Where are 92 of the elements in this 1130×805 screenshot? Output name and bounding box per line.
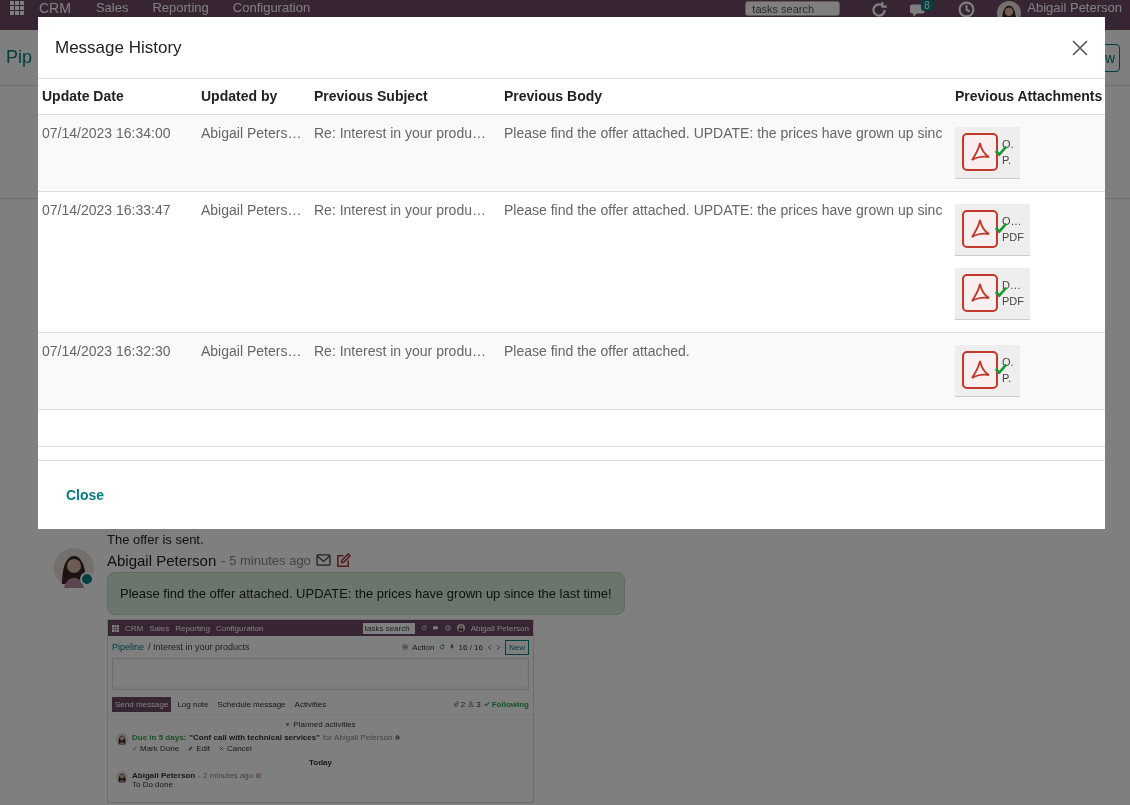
menu-item[interactable]: Configuration — [220, 1, 323, 15]
menu-item[interactable]: Sales — [83, 1, 141, 15]
pdf-icon — [962, 210, 998, 248]
envelope-icon — [315, 554, 331, 566]
follower-icon[interactable] — [468, 701, 475, 707]
breadcrumb-link[interactable]: Pip — [6, 47, 32, 68]
message-text: To Do done — [132, 780, 174, 789]
date-separator: Today — [308, 758, 333, 767]
app-name[interactable]: CRM — [125, 623, 144, 633]
attachment-type: PDF — [1002, 231, 1024, 243]
attachment-type: P. — [1002, 154, 1012, 166]
subject-cell: Re: Interest in your produ… — [310, 114, 500, 191]
following-status[interactable]: Following — [491, 699, 529, 709]
menu-item[interactable]: Configuration — [215, 623, 264, 633]
date-cell: 07/14/2023 16:34:00 — [38, 114, 197, 191]
author-cell: Abigail Peters… — [197, 114, 310, 191]
attachment-count[interactable]: 2 — [460, 699, 466, 709]
user-name[interactable]: Abigail Peterson — [1027, 1, 1122, 15]
chatter-tab[interactable]: Schedule message — [214, 696, 289, 712]
chatter-tab[interactable]: Activities — [291, 696, 330, 712]
check-icon — [483, 701, 490, 707]
message-bubble: Please find the offer attached. UPDATE: the prices have grown up since the last time! — [107, 572, 625, 615]
assignee-avatar — [116, 733, 128, 745]
chatter-tab[interactable]: Log note — [174, 696, 212, 712]
activity-action[interactable]: Mark Done — [140, 744, 180, 753]
section-heading[interactable]: Planned activities — [293, 720, 356, 729]
pdf-icon — [962, 133, 998, 171]
action-icon — [218, 746, 224, 751]
info-icon[interactable] — [395, 735, 401, 740]
pager: 16 / 16 — [458, 642, 483, 652]
user-name[interactable]: Abigail Peterson — [470, 623, 529, 633]
follower-count[interactable]: 3 — [476, 699, 481, 709]
column-header[interactable]: Previous Attachments — [951, 79, 1105, 114]
attachment-type: P. — [1002, 372, 1012, 384]
edit-icon[interactable] — [256, 773, 262, 778]
body-cell: Please find the offer attached. — [500, 332, 951, 409]
author-cell: Abigail Peters… — [197, 332, 310, 409]
action-icon — [132, 746, 137, 751]
activity-icon[interactable] — [870, 1, 889, 19]
activity-action[interactable]: Cancel — [226, 744, 252, 753]
next-icon[interactable] — [496, 644, 501, 650]
author-avatar — [54, 548, 94, 588]
pdf-icon — [962, 351, 998, 389]
user-avatar — [456, 624, 465, 632]
search-field[interactable]: tasks search — [745, 1, 841, 16]
menu-item[interactable]: Reporting — [175, 623, 210, 633]
column-header[interactable]: Previous Body — [500, 79, 951, 114]
body-cell: Please find the offer attached. UPDATE: the prices have grown up sinc — [500, 191, 951, 332]
author-cell: Abigail Peters… — [197, 191, 310, 332]
due-label: Due in 5 days: — [132, 733, 187, 742]
menu-item[interactable]: Sales — [149, 623, 170, 633]
refresh-icon[interactable] — [438, 644, 445, 650]
activity-summary: "Conf call with technical services" — [189, 733, 320, 742]
caret-icon — [285, 722, 291, 727]
author-name[interactable]: Abigail Peterson — [107, 551, 217, 569]
close-icon[interactable] — [1072, 39, 1088, 56]
attachment-type: PDF — [1002, 295, 1024, 307]
search-field[interactable]: tasks search — [362, 622, 415, 634]
dialog-title: Message History — [55, 37, 182, 58]
subject-cell: Re: Interest in your produ… — [310, 191, 500, 332]
activity-action[interactable]: Edit — [196, 744, 210, 753]
body-cell: Please find the offer attached. UPDATE: the prices have grown up sinc — [500, 114, 951, 191]
menu-item[interactable]: Reporting — [140, 1, 221, 15]
app-name[interactable]: CRM — [39, 1, 71, 15]
date-cell: 07/14/2023 16:32:30 — [38, 332, 197, 409]
close-button[interactable]: Close — [66, 487, 105, 503]
apps-menu-icon[interactable] — [112, 624, 119, 632]
apps-menu-icon[interactable] — [10, 1, 24, 15]
previous-icon[interactable] — [487, 644, 492, 650]
online-status-icon — [80, 572, 94, 586]
gear-icon — [402, 644, 409, 650]
edit-icon[interactable] — [335, 552, 351, 568]
breadcrumb-link[interactable]: Pipeline — [112, 642, 145, 652]
paperclip-icon[interactable] — [452, 701, 459, 707]
action-menu[interactable]: Action — [412, 642, 435, 652]
action-icon — [188, 746, 194, 751]
message-time: - 5 minutes ago — [221, 552, 311, 568]
chatter-tab[interactable]: Send message — [112, 696, 172, 712]
column-header[interactable]: Update Date — [38, 79, 197, 114]
author-avatar — [116, 771, 128, 783]
counter-badge: 8 — [921, 0, 933, 11]
column-header[interactable]: Updated by — [197, 79, 310, 114]
author-name[interactable]: Abigail Peterson — [132, 771, 196, 780]
pdf-icon — [962, 274, 998, 312]
message-text: The offer is sent. — [107, 532, 205, 547]
date-cell: 07/14/2023 16:33:47 — [38, 191, 197, 332]
breadcrumb-current: / Interest in your products — [148, 642, 250, 652]
new-button[interactable]: New — [505, 639, 529, 655]
subject-cell: Re: Interest in your produ… — [310, 332, 500, 409]
column-header[interactable]: Previous Subject — [310, 79, 500, 114]
pin-icon[interactable] — [448, 644, 455, 650]
clock-icon[interactable] — [958, 1, 976, 18]
